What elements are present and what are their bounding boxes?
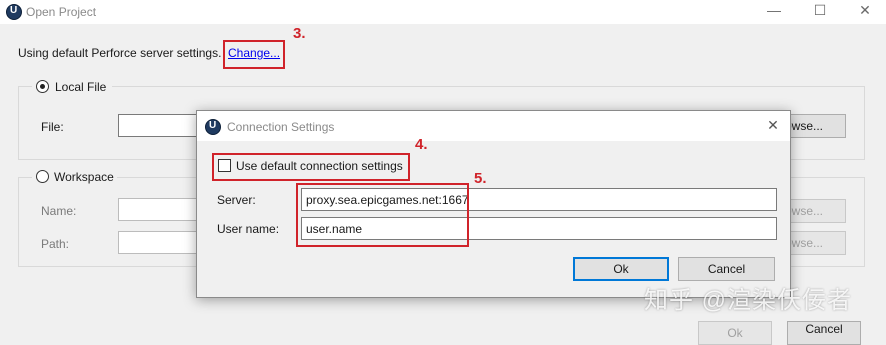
local-file-radio[interactable] [36,80,49,93]
annotation-label-3: 3. [293,25,306,42]
dialog-close-icon[interactable]: ✕ [763,117,783,134]
workspace-name-label: Name: [41,204,77,218]
workspace-name-input[interactable] [118,198,200,221]
username-label: User name: [217,222,280,236]
watermark-text: 知乎 @渲染仸佞者 [644,287,853,314]
browse-path-label: Browse... [786,236,823,250]
window-titlebar: Open Project — ☐ ✕ [0,0,886,24]
unreal-logo-icon [205,119,221,135]
annotation-box-fields [296,183,469,247]
workspace-path-label: Path: [41,237,70,251]
connection-settings-dialog: Connection Settings ✕ Use default connec… [196,110,791,298]
workspace-path-input[interactable] [118,231,200,254]
workspace-group-header: Workspace [32,168,117,184]
dialog-titlebar: Connection Settings ✕ [197,111,790,141]
file-input[interactable] [118,114,200,137]
browse-name-label: Browse... [786,204,823,218]
browse-file-label: Browse... [786,119,823,133]
workspace-label: Workspace [54,170,114,184]
minimize-icon[interactable]: — [764,2,784,18]
browse-path-button[interactable]: Browse... [786,231,846,255]
dialog-title: Connection Settings [227,120,335,134]
local-file-group-header: Local File [32,78,112,94]
maximize-icon[interactable]: ☐ [810,2,830,19]
window-title: Open Project [26,5,97,19]
footer-ok-button[interactable]: Ok [698,321,772,345]
footer-cancel-button[interactable]: Cancel [787,321,861,345]
close-icon[interactable]: ✕ [855,2,875,19]
use-default-label: Use default connection settings [236,159,403,173]
browse-name-button[interactable]: Browse... [786,199,846,223]
dialog-ok-button[interactable]: Ok [573,257,669,281]
change-link[interactable]: Change... [228,46,280,60]
server-label: Server: [217,193,256,207]
file-label: File: [41,120,64,134]
dialog-cancel-button[interactable]: Cancel [678,257,775,281]
use-default-checkbox[interactable] [218,159,231,172]
local-file-label: Local File [55,80,107,94]
workspace-radio[interactable] [36,170,49,183]
perforce-status-text: Using default Perforce server settings. [18,46,222,60]
annotation-label-4: 4. [415,136,428,153]
browse-file-button[interactable]: Browse... [786,114,846,138]
unreal-logo-icon [6,4,22,20]
annotation-label-5: 5. [474,170,487,187]
